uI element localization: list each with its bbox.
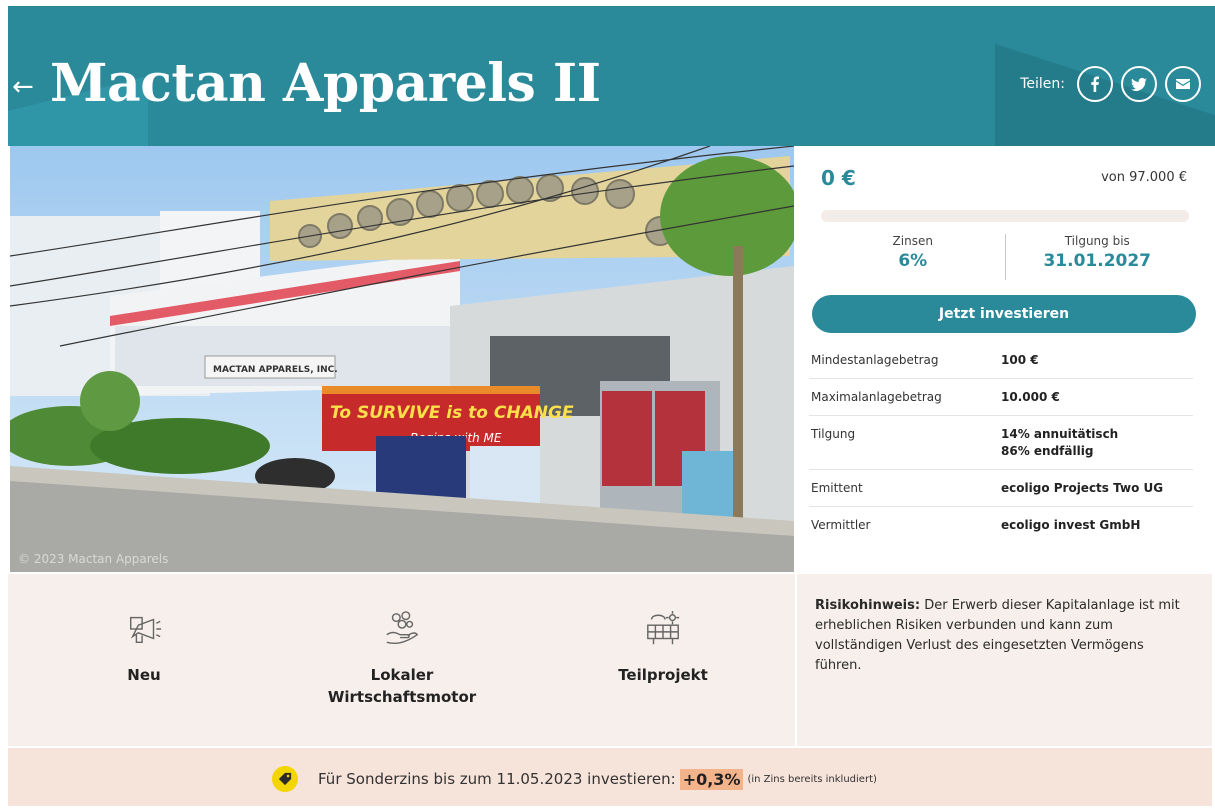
interest-label: Zinsen: [892, 234, 933, 248]
project-header: ← Mactan Apparels II Teilen:: [8, 6, 1215, 146]
banner-text: Für Sonderzins bis zum 11.05.2023 invest…: [318, 770, 676, 788]
page-title: Mactan Apparels II: [50, 53, 601, 114]
investment-panel: 0 € von 97.000 € Zinsen 6% Tilgung bis 3…: [795, 146, 1209, 572]
building-sign: MACTAN APPARELS, INC.: [213, 365, 338, 375]
bonus-note: (in Zins bereits inkludiert): [747, 773, 877, 785]
banner-headline: To SURVIVE is to CHANGE: [330, 403, 574, 423]
invest-now-button[interactable]: Jetzt investieren: [812, 295, 1196, 333]
feature-label: Neu: [127, 666, 161, 684]
feature-label: Lokaler Wirtschaftsmotor: [327, 666, 477, 706]
detail-key: Emittent: [811, 481, 863, 495]
mail-share-button[interactable]: [1165, 66, 1201, 102]
feature-local-economy: Lokaler Wirtschaftsmotor: [312, 610, 492, 708]
facebook-icon: [1091, 76, 1099, 92]
detail-key: Mindestanlagebetrag: [811, 353, 939, 367]
detail-row: Maximalanlagebetrag 10.000 €: [809, 379, 1193, 416]
share-bar: Teilen:: [1020, 66, 1201, 102]
detail-row: Emittent ecoligo Projects Two UG: [809, 470, 1193, 507]
detail-value: 100 €: [1001, 353, 1039, 367]
detail-value: 10.000 €: [1001, 390, 1060, 404]
hand-coins-icon: [386, 611, 419, 644]
risk-notice: Risikohinweis: Der Erwerb dieser Kapital…: [797, 574, 1212, 746]
interest-value: 6%: [898, 251, 928, 271]
detail-key: Maximalanlagebetrag: [811, 390, 942, 404]
detail-key: Tilgung: [811, 427, 856, 441]
mail-icon: [1176, 79, 1190, 89]
interest-stat: Zinsen 6%: [821, 234, 1005, 280]
repayment-value: 31.01.2027: [1043, 251, 1152, 271]
arrow-left-icon[interactable]: ←: [12, 74, 34, 100]
twitter-share-button[interactable]: [1121, 66, 1157, 102]
tag-icon: [272, 766, 298, 792]
project-features: Neu Lokaler Wirtschaftsmotor Teilprojekt: [8, 574, 795, 746]
detail-value-line: 14% annuitätisch: [1001, 427, 1119, 441]
funding-progress-bar: [821, 210, 1189, 222]
detail-value: ecoligo invest GmbH: [1001, 518, 1141, 532]
detail-value: 14% annuitätisch 86% endfällig: [1001, 426, 1193, 460]
detail-row: Tilgung 14% annuitätisch 86% endfällig: [809, 416, 1193, 470]
project-photo: MACTAN APPARELS, INC. To SURVIVE is to C…: [10, 146, 794, 572]
investment-details: Mindestanlagebetrag 100 € Maximalanlageb…: [809, 342, 1193, 543]
banner-content: Für Sonderzins bis zum 11.05.2023 invest…: [272, 766, 877, 792]
invested-amount: 0 €: [821, 166, 856, 190]
bonus-interest-banner: Für Sonderzins bis zum 11.05.2023 invest…: [8, 748, 1212, 806]
feature-subproject: Teilprojekt: [608, 610, 718, 686]
facebook-share-button[interactable]: [1077, 66, 1113, 102]
detail-value-line: 86% endfällig: [1001, 444, 1094, 458]
bonus-rate: +0,3%: [679, 768, 744, 790]
twitter-icon: [1131, 77, 1147, 91]
repayment-label: Tilgung bis: [1064, 234, 1130, 248]
funding-target: von 97.000 €: [1101, 170, 1187, 185]
photo-watermark: © 2023 Mactan Apparels: [18, 552, 169, 566]
feature-label: Teilprojekt: [618, 666, 708, 684]
key-figures: Zinsen 6% Tilgung bis 31.01.2027: [821, 234, 1189, 280]
solar-panel-icon: [647, 610, 680, 645]
megaphone-icon: [129, 616, 162, 644]
feature-new: Neu: [104, 610, 184, 686]
detail-row: Vermittler ecoligo invest GmbH: [809, 507, 1193, 543]
repayment-stat: Tilgung bis 31.01.2027: [1004, 234, 1190, 280]
risk-title: Risikohinweis:: [815, 598, 921, 613]
detail-key: Vermittler: [811, 518, 871, 532]
detail-row: Mindestanlagebetrag 100 €: [809, 342, 1193, 379]
detail-value: ecoligo Projects Two UG: [1001, 481, 1164, 495]
share-label: Teilen:: [1020, 76, 1065, 92]
